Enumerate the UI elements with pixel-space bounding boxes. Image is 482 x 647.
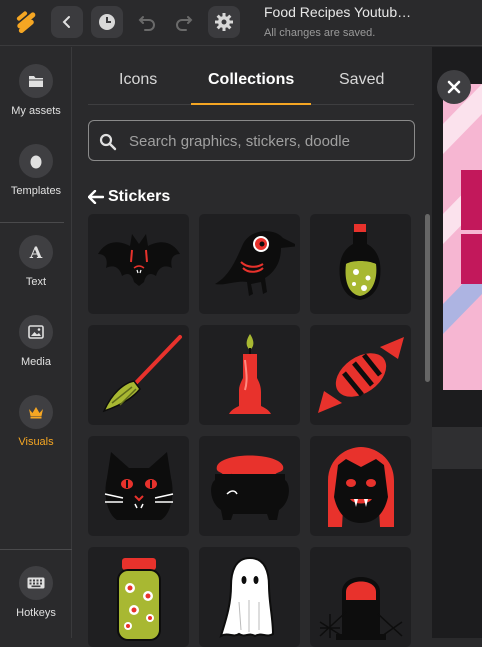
eyeball-jar-sticker-icon [116, 558, 161, 641]
sticker-tile-candy[interactable] [310, 325, 411, 425]
tombstone-sticker-icon [318, 577, 403, 640]
sidebar-item-label: Visuals [18, 436, 54, 448]
tab-icons[interactable]: Icons [119, 71, 157, 89]
clock-icon [99, 14, 115, 30]
back-button[interactable] [51, 6, 83, 38]
sidebar-item-templates[interactable]: Templates [0, 144, 72, 197]
sidebar-item-hotkeys[interactable]: Hotkeys [0, 566, 72, 619]
sidebar-divider [0, 222, 64, 223]
keyboard-icon [27, 577, 45, 589]
history-button[interactable] [91, 6, 123, 38]
app-logo-icon[interactable] [12, 8, 40, 36]
sticker-tile-eyeball-jar[interactable] [88, 547, 189, 647]
sticker-tile-tombstone[interactable] [310, 547, 411, 647]
panel-scrollbar[interactable] [425, 214, 430, 382]
sticker-tile-potion[interactable] [310, 214, 411, 314]
sidebar-item-label: Templates [10, 185, 62, 197]
sticker-tile-ghost[interactable] [199, 547, 300, 647]
sidebar-item-text[interactable]: A Text [0, 235, 72, 288]
svg-text:A: A [29, 244, 43, 260]
tab-saved[interactable]: Saved [339, 71, 384, 89]
egg-icon [30, 155, 42, 169]
bat-sticker-icon [97, 234, 180, 286]
save-status: All changes are saved. [264, 27, 376, 39]
redo-button[interactable] [168, 6, 200, 38]
sidebar-item-visuals[interactable]: Visuals [0, 395, 72, 448]
close-icon [447, 80, 461, 94]
sidebar-item-label: Media [21, 356, 51, 368]
sidebar-item-media[interactable]: Media [0, 315, 72, 368]
sticker-tile-bat[interactable] [88, 214, 189, 314]
crown-icon [29, 407, 43, 419]
crow-sticker-icon [214, 231, 295, 296]
sidebar-divider [0, 549, 72, 550]
sticker-tile-candle[interactable] [199, 325, 300, 425]
vampire-sticker-icon [327, 447, 394, 527]
visuals-panel: Icons Collections Saved Stickers [72, 47, 432, 647]
document-title[interactable]: Food Recipes Youtub… [264, 4, 411, 20]
folder-icon [29, 76, 43, 87]
arrow-left-icon [88, 190, 104, 204]
ghost-sticker-icon [218, 556, 274, 638]
canvas-bottom-bar [432, 427, 482, 469]
candle-sticker-icon [228, 334, 271, 414]
collection-title: Stickers [108, 188, 171, 205]
black-cat-sticker-icon [104, 452, 173, 520]
text-a-icon: A [29, 244, 43, 260]
sticker-tile-crow[interactable] [199, 214, 300, 314]
sticker-tile-vampire[interactable] [310, 436, 411, 536]
cauldron-sticker-icon [210, 455, 289, 520]
active-tab-indicator [191, 103, 311, 105]
sticker-tile-black-cat[interactable] [88, 436, 189, 536]
left-sidebar: My assets Templates A Text Media Visuals… [0, 47, 72, 638]
search-input[interactable] [129, 129, 409, 153]
potion-bottle-sticker-icon [339, 224, 380, 300]
candy-sticker-icon [317, 337, 404, 413]
undo-button[interactable] [131, 6, 163, 38]
top-bar: Food Recipes Youtub… All changes are sav… [0, 0, 482, 46]
image-icon [28, 325, 44, 339]
close-panel-button[interactable] [437, 70, 471, 104]
canvas-preview[interactable] [443, 84, 482, 390]
broom-sticker-icon [102, 335, 182, 413]
tab-collections[interactable]: Collections [208, 71, 294, 89]
gear-icon [215, 13, 233, 31]
search-box [88, 120, 415, 161]
sidebar-item-label: Text [25, 276, 47, 288]
undo-icon [138, 16, 155, 31]
search-icon [99, 133, 117, 151]
panel-tabs: Icons Collections Saved [88, 47, 414, 105]
settings-button[interactable] [208, 6, 240, 38]
redo-icon [176, 16, 193, 31]
sticker-tile-cauldron[interactable] [199, 436, 300, 536]
chevron-left-icon [62, 16, 70, 28]
canvas-preview-graphic [443, 84, 482, 390]
collection-back-link[interactable]: Stickers [88, 188, 170, 206]
sidebar-item-label: Hotkeys [16, 607, 56, 619]
sidebar-item-label: My assets [11, 105, 61, 117]
sidebar-item-my-assets[interactable]: My assets [0, 64, 72, 117]
sticker-tile-broom[interactable] [88, 325, 189, 425]
